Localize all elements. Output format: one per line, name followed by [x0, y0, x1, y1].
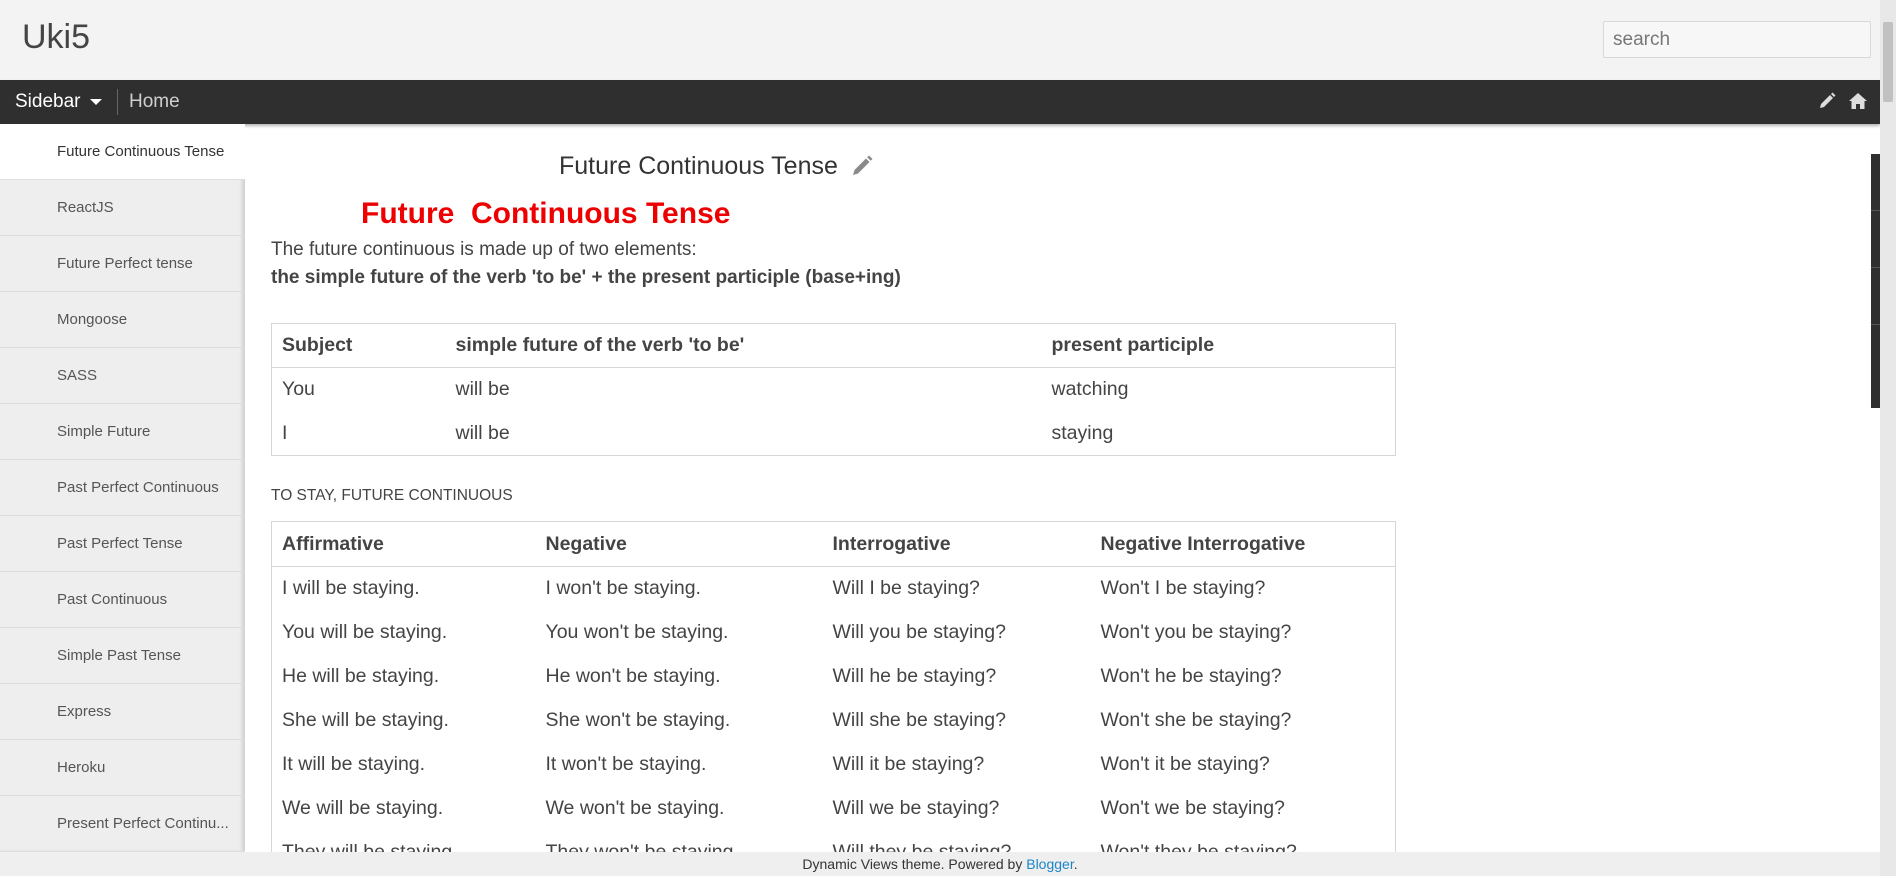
table-cell: Will we be staying? [832, 797, 1000, 819]
table-cell: She will be staying. [282, 709, 449, 731]
sidebar-item-heroku[interactable]: Heroku [0, 740, 245, 796]
table-cell: will be [455, 421, 510, 444]
blog-header: Uki5 [0, 0, 1880, 80]
sidebar-item-past-perfect-continuous[interactable]: Past Perfect Continuous [0, 460, 245, 516]
table-cell: Won't he be staying? [1100, 665, 1282, 687]
table-cell: watching [1051, 378, 1129, 401]
table-row: He will be staying. He won't be staying.… [272, 655, 1396, 699]
search-input[interactable] [1603, 21, 1871, 58]
post-heading: Future Continuous Tense [361, 197, 731, 230]
intro-text: The future continuous is made up of two … [271, 239, 697, 260]
table-row: You will be watching [272, 368, 1396, 412]
nav-divider [117, 89, 118, 115]
post-title: Future Continuous Tense [559, 152, 873, 184]
nav-home-link[interactable]: Home [129, 91, 180, 113]
table-cell: He will be staying. [282, 665, 440, 687]
home-icon[interactable] [1848, 92, 1868, 112]
sidebar-item-simple-past-tense[interactable]: Simple Past Tense [0, 628, 245, 684]
page-scrollbar[interactable] [1880, 0, 1896, 876]
scrollbar-thumb[interactable] [1883, 22, 1893, 102]
table-cell: will be [455, 378, 510, 401]
table-row: She will be staying. She won't be stayin… [272, 699, 1396, 743]
conjugation-caption: TO STAY, FUTURE CONTINUOUS [271, 487, 513, 504]
table-cell: Will he be staying? [832, 665, 997, 687]
structure-table: Subject simple future of the verb 'to be… [271, 323, 1396, 456]
table-cell: It will be staying. [282, 753, 426, 775]
table-cell: We won't be staying. [545, 797, 725, 819]
table-header-cell: Subject [271, 323, 446, 368]
sidebar-item-present-perfect-continuous[interactable]: Present Perfect Continu... [0, 796, 245, 852]
page-footer: Dynamic Views theme. Powered by Blogger. [0, 852, 1880, 876]
table-cell: Won't she be staying? [1100, 709, 1292, 731]
footer-suffix: . [1073, 856, 1078, 872]
table-header-cell: simple future of the verb 'to be' [445, 323, 1042, 368]
pencil-icon[interactable] [1818, 92, 1838, 112]
table-row: I will be staying [272, 412, 1396, 456]
intro-formula: the simple future of the verb 'to be' + … [271, 267, 901, 288]
sidebar-item-past-continuous[interactable]: Past Continuous [0, 572, 245, 628]
sidebar-post-list: Future Continuous Tense ReactJS Future P… [0, 124, 245, 852]
sidebar-item-express[interactable]: Express [0, 684, 245, 740]
table-header-cell: present participle [1041, 323, 1396, 368]
table-cell: You [282, 378, 315, 401]
blogger-link[interactable]: Blogger [1026, 856, 1073, 872]
table-cell: We will be staying. [282, 797, 444, 819]
sidebar-item-sass[interactable]: SASS [0, 348, 245, 404]
table-cell: Won't you be staying? [1100, 621, 1292, 643]
table-cell: I won't be staying. [545, 577, 701, 600]
table-row: It will be staying. It won't be staying.… [272, 743, 1396, 787]
side-tab-strip[interactable] [1871, 154, 1880, 408]
table-header-cell: Affirmative [271, 521, 536, 567]
sidebar-item-future-continuous-tense[interactable]: Future Continuous Tense [0, 124, 245, 180]
sidebar-item-past-perfect-tense[interactable]: Past Perfect Tense [0, 516, 245, 572]
table-cell: I [282, 421, 288, 444]
conjugation-table: Affirmative Negative Interrogative Negat… [271, 521, 1396, 875]
table-cell: Won't I be staying? [1100, 577, 1266, 600]
table-row: You will be staying. You won't be stayin… [272, 611, 1396, 655]
table-cell: Will I be staying? [832, 577, 980, 600]
table-cell: You will be staying. [282, 621, 448, 643]
table-header-cell: Interrogative [822, 521, 1091, 567]
table-cell: Won't it be staying? [1100, 753, 1270, 775]
footer-text: Dynamic Views theme. Powered by [802, 856, 1027, 872]
sidebar-item-reactjs[interactable]: ReactJS [0, 180, 245, 236]
sidebar-item-mongoose[interactable]: Mongoose [0, 292, 245, 348]
top-navbar: Sidebar Home [0, 80, 1880, 124]
table-header-row: Subject simple future of the verb 'to be… [271, 323, 1396, 368]
table-header-row: Affirmative Negative Interrogative Negat… [271, 521, 1396, 567]
table-cell: Will it be staying? [832, 753, 985, 775]
caret-down-icon [89, 98, 102, 105]
sidebar-item-simple-future[interactable]: Simple Future [0, 404, 245, 460]
table-cell: I will be staying. [282, 577, 420, 600]
table-row: We will be staying. We won't be staying.… [272, 787, 1396, 831]
table-cell: She won't be staying. [545, 709, 731, 731]
table-cell: staying [1051, 421, 1114, 444]
sidebar-item-future-perfect-tense[interactable]: Future Perfect tense [0, 236, 245, 292]
table-row: I will be staying. I won't be staying. W… [272, 567, 1396, 611]
table-cell: He won't be staying. [545, 665, 721, 687]
post-title-text: Future Continuous Tense [559, 152, 838, 180]
table-header-cell: Negative Interrogative [1090, 521, 1396, 567]
sidebar-dropdown-label: Sidebar [15, 91, 81, 112]
table-cell: Won't we be staying? [1100, 797, 1285, 819]
table-cell: Will you be staying? [832, 621, 1006, 643]
table-cell: It won't be staying. [545, 753, 707, 775]
table-cell: Will she be staying? [832, 709, 1006, 731]
table-cell: You won't be staying. [545, 621, 729, 643]
sidebar-dropdown-button[interactable]: Sidebar [15, 91, 102, 113]
edit-pencil-icon[interactable] [851, 155, 873, 184]
blog-title[interactable]: Uki5 [22, 18, 90, 57]
table-header-cell: Negative [535, 521, 823, 567]
